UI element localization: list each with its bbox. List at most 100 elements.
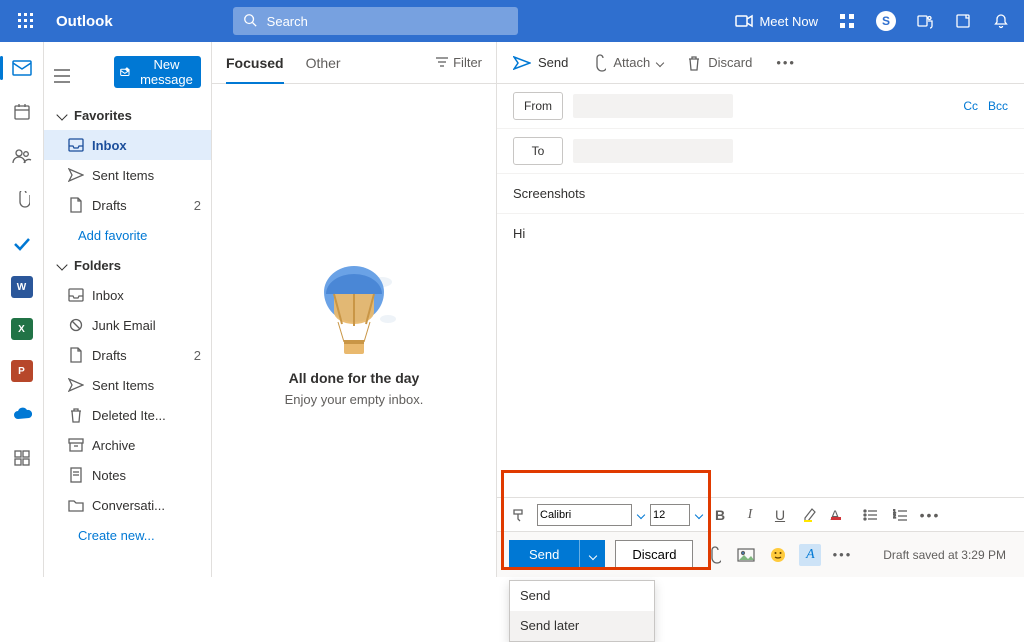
from-row: From Cc Bcc: [497, 84, 1024, 129]
folder-drafts[interactable]: Drafts 2: [44, 340, 211, 370]
empty-title: All done for the day: [289, 370, 420, 386]
junk-icon: [68, 317, 84, 333]
draft-icon: [68, 197, 84, 213]
message-body[interactable]: Hi: [497, 214, 1024, 497]
app-title: Outlook: [56, 13, 113, 30]
underline-button[interactable]: U: [768, 503, 792, 527]
send-dropdown: Send Send later: [509, 580, 655, 642]
chevron-down-icon: [589, 552, 597, 560]
app-launcher-icon[interactable]: [8, 3, 44, 39]
folder-archive[interactable]: Archive: [44, 430, 211, 460]
from-button[interactable]: From: [513, 92, 563, 120]
folder-conversation[interactable]: Conversati...: [44, 490, 211, 520]
empty-subtitle: Enjoy your empty inbox.: [285, 392, 424, 407]
compose-command-bar: Send Attach Discard •••: [497, 42, 1024, 84]
chevron-down-icon: [56, 259, 67, 270]
show-formatting-icon[interactable]: A: [799, 544, 821, 566]
favorites-header[interactable]: Favorites: [44, 100, 211, 130]
onedrive-app-icon[interactable]: [10, 402, 34, 426]
send-option[interactable]: Send: [510, 581, 654, 611]
meet-now-button[interactable]: Meet Now: [735, 12, 818, 30]
trash-icon: [68, 407, 84, 423]
message-list-pane: Focused Other Filter All done for the da…: [212, 42, 497, 577]
more-format-button[interactable]: •••: [918, 503, 942, 527]
filter-button[interactable]: Filter: [436, 55, 482, 70]
to-button[interactable]: To: [513, 137, 563, 165]
todo-module-icon[interactable]: [10, 232, 34, 256]
cmd-send-button[interactable]: Send: [513, 55, 568, 70]
hamburger-icon[interactable]: [54, 61, 70, 91]
create-new-link[interactable]: Create new...: [44, 520, 211, 550]
highlight-button[interactable]: [798, 503, 822, 527]
insert-picture-icon[interactable]: [735, 544, 757, 566]
people-module-icon[interactable]: [10, 144, 34, 168]
fav-sent[interactable]: Sent Items: [44, 160, 211, 190]
send-dropdown-toggle[interactable]: [579, 540, 605, 570]
from-value[interactable]: [573, 94, 733, 118]
files-module-icon[interactable]: [10, 188, 34, 212]
paint-format-icon[interactable]: [507, 503, 531, 527]
more-apps-icon[interactable]: [10, 446, 34, 470]
module-rail: W X P: [0, 42, 44, 577]
sent-icon: [68, 377, 84, 393]
new-message-button[interactable]: New message: [114, 56, 201, 88]
cc-link[interactable]: Cc: [963, 99, 978, 113]
my-day-icon[interactable]: [954, 12, 972, 30]
fav-drafts[interactable]: Drafts 2: [44, 190, 211, 220]
attach-inline-icon[interactable]: [703, 544, 725, 566]
apps-icon[interactable]: [838, 12, 856, 30]
to-row: To: [497, 129, 1024, 174]
subject-field[interactable]: Screenshots: [497, 174, 1024, 214]
folder-deleted[interactable]: Deleted Ite...: [44, 400, 211, 430]
number-list-button[interactable]: 12: [888, 503, 912, 527]
to-value[interactable]: [573, 139, 733, 163]
send-later-option[interactable]: Send later: [510, 611, 654, 641]
fav-inbox[interactable]: Inbox: [44, 130, 211, 160]
folder-junk[interactable]: Junk Email: [44, 310, 211, 340]
font-family-select[interactable]: [537, 504, 632, 526]
skype-icon[interactable]: S: [876, 11, 896, 31]
send-button[interactable]: Send: [509, 540, 579, 570]
word-app-icon[interactable]: W: [11, 276, 33, 298]
mail-module-icon[interactable]: [10, 56, 34, 80]
send-split-wrapper: Send Send Send later: [509, 540, 605, 570]
chevron-down-icon[interactable]: [637, 510, 645, 518]
notifications-icon[interactable]: [992, 12, 1010, 30]
tab-other[interactable]: Other: [306, 42, 341, 84]
italic-button[interactable]: I: [738, 503, 762, 527]
chevron-down-icon: [656, 58, 664, 66]
bcc-link[interactable]: Bcc: [988, 99, 1008, 113]
bullet-list-button[interactable]: [858, 503, 882, 527]
powerpoint-app-icon[interactable]: P: [11, 360, 33, 382]
svg-text:2: 2: [893, 514, 896, 520]
folder-notes[interactable]: Notes: [44, 460, 211, 490]
draft-saved-status: Draft saved at 3:29 PM: [883, 548, 1012, 562]
inbox-icon: [68, 287, 84, 303]
cmd-attach-button[interactable]: Attach: [592, 54, 663, 72]
search-input[interactable]: [265, 13, 508, 30]
bold-button[interactable]: B: [708, 503, 732, 527]
calendar-module-icon[interactable]: [10, 100, 34, 124]
add-favorite-link[interactable]: Add favorite: [44, 220, 211, 250]
teams-icon[interactable]: [916, 12, 934, 30]
font-size-select[interactable]: [650, 504, 690, 526]
compose-pane: Send Attach Discard ••• From Cc Bcc To: [497, 42, 1024, 577]
discard-button[interactable]: Discard: [615, 540, 693, 570]
search-icon: [243, 13, 257, 30]
filter-icon: [436, 55, 448, 70]
excel-app-icon[interactable]: X: [11, 318, 33, 340]
folder-inbox[interactable]: Inbox: [44, 280, 211, 310]
search-box[interactable]: [233, 7, 518, 35]
font-color-button[interactable]: A: [828, 503, 852, 527]
cmd-discard-button[interactable]: Discard: [687, 55, 752, 71]
chevron-down-icon[interactable]: [695, 510, 703, 518]
folder-sent[interactable]: Sent Items: [44, 370, 211, 400]
tab-focused[interactable]: Focused: [226, 42, 284, 84]
cmd-more-button[interactable]: •••: [776, 55, 796, 70]
folder-icon: [68, 497, 84, 513]
more-actions-icon[interactable]: •••: [831, 544, 853, 566]
compose-action-bar: Send Send Send later Discard A ••• Draft…: [497, 531, 1024, 577]
folders-header[interactable]: Folders: [44, 250, 211, 280]
emoji-icon[interactable]: [767, 544, 789, 566]
sent-icon: [68, 167, 84, 183]
